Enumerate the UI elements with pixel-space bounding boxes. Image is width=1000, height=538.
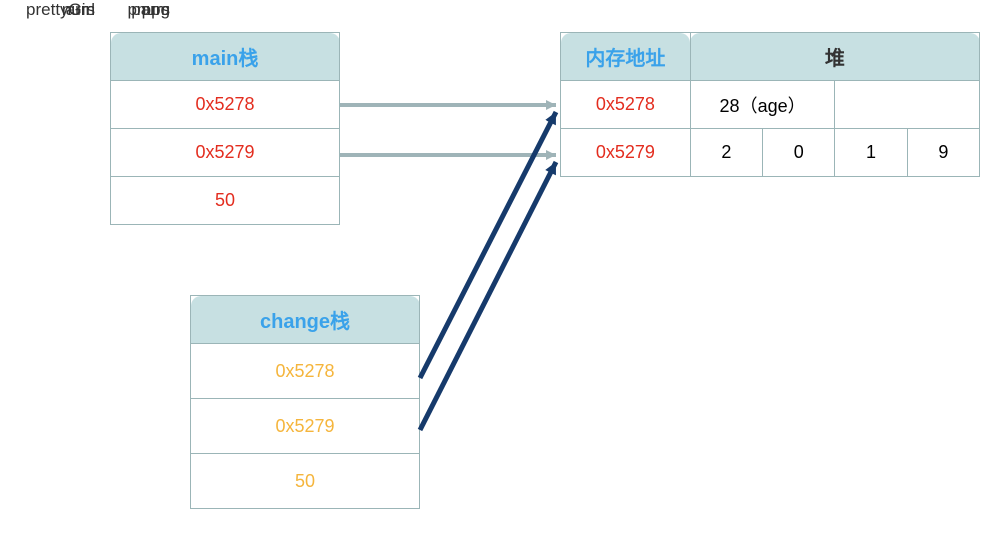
heap-table: 内存地址 堆 0x5278 28（age） 0x5279 2 0 1 9 [560, 32, 980, 177]
label-num: num [0, 0, 95, 20]
heap-row-1-cell-0: 2 [721, 142, 731, 162]
main-stack-title: main栈 [192, 48, 259, 70]
main-row-1-value: 0x5279 [195, 142, 254, 162]
main-row-0-value: 0x5278 [195, 94, 254, 114]
arrow-change-to-heap-1 [420, 162, 556, 430]
change-stack-table: change栈 0x5278 0x5279 50 [190, 295, 420, 509]
heap-row-1-cell-1: 0 [794, 142, 804, 162]
heap-header: 堆 [825, 48, 845, 70]
label-pnum: pnum [90, 0, 170, 20]
change-row-0-value: 0x5278 [275, 361, 334, 381]
main-row-2-value: 50 [215, 190, 235, 210]
heap-row-1-addr: 0x5279 [596, 142, 655, 162]
heap-row-0-addr: 0x5278 [596, 94, 655, 114]
main-stack-table: main栈 0x5278 0x5279 50 [110, 32, 340, 225]
change-row-2-value: 50 [295, 471, 315, 491]
heap-row-1-cell-2: 1 [866, 142, 876, 162]
heap-row-0-cell-0: 28（age） [720, 96, 806, 116]
heap-row-1-cell-3: 9 [938, 142, 948, 162]
heap-addr-header: 内存地址 [585, 48, 665, 70]
arrow-change-to-heap-0 [420, 112, 556, 378]
change-stack-title: change栈 [260, 311, 350, 333]
change-row-1-value: 0x5279 [275, 416, 334, 436]
